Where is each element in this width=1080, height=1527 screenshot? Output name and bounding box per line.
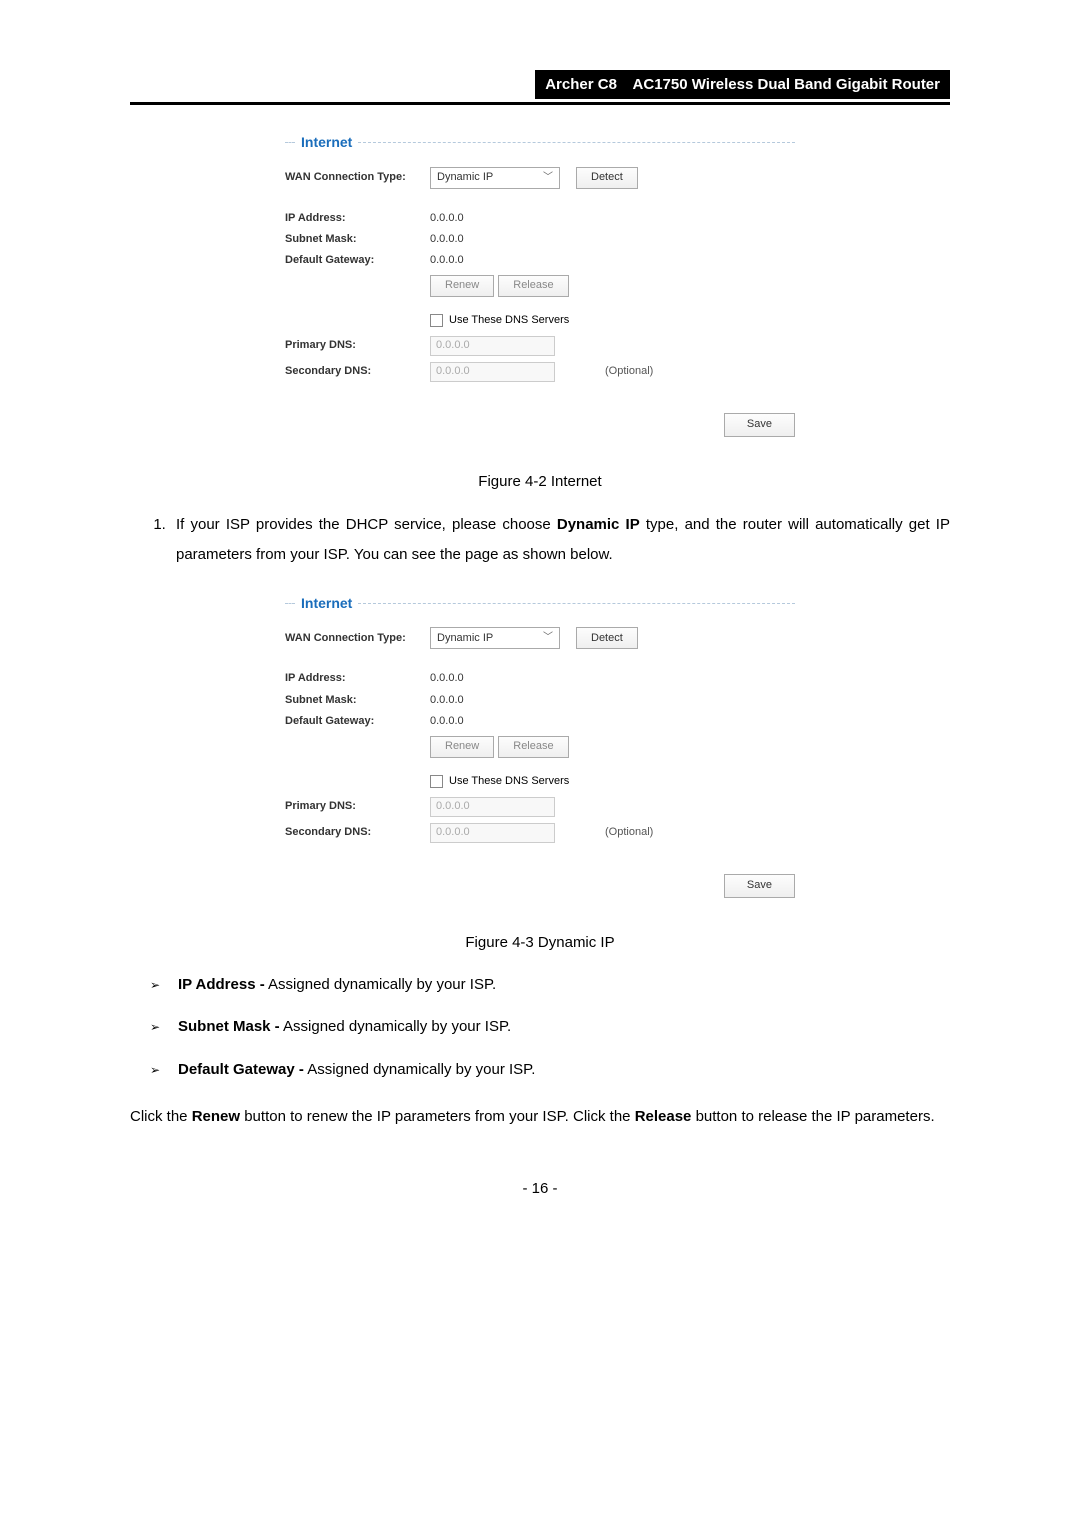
save-row: Save	[285, 412, 795, 437]
optional-text: (Optional)	[605, 364, 653, 379]
chevron-down-icon: ﹀	[543, 631, 553, 645]
paragraph-renew-release: Click the Renew button to renew the IP p…	[130, 1102, 950, 1132]
renew-release-row: Renew Release	[285, 275, 795, 297]
subnet-row: Subnet Mask: 0.0.0.0	[285, 232, 795, 247]
subnet-label: Subnet Mask:	[285, 693, 430, 708]
def-gateway: Default Gateway - Assigned dynamically b…	[150, 1056, 950, 1085]
wan-label: WAN Connection Type:	[285, 170, 430, 185]
save-row: Save	[285, 873, 795, 898]
secondary-dns-input[interactable]: 0.0.0.0	[430, 823, 555, 843]
secondary-dns-input[interactable]: 0.0.0.0	[430, 362, 555, 382]
header-box: Archer C8 AC1750 Wireless Dual Band Giga…	[535, 70, 950, 99]
gateway-row: Default Gateway: 0.0.0.0	[285, 253, 795, 268]
primary-dns-row: Primary DNS: 0.0.0.0	[285, 797, 795, 817]
page-header: Archer C8 AC1750 Wireless Dual Band Giga…	[130, 70, 950, 105]
save-button[interactable]: Save	[724, 874, 795, 898]
ip-label: IP Address:	[285, 211, 430, 226]
wan-label: WAN Connection Type:	[285, 631, 430, 646]
primary-dns-input[interactable]: 0.0.0.0	[430, 797, 555, 817]
chevron-down-icon: ﹀	[543, 171, 553, 185]
panel-title: Internet	[295, 594, 358, 614]
gateway-row: Default Gateway: 0.0.0.0	[285, 714, 795, 729]
primary-dns-row: Primary DNS: 0.0.0.0	[285, 336, 795, 356]
gateway-label: Default Gateway:	[285, 253, 430, 268]
optional-text: (Optional)	[605, 825, 653, 840]
header-model: Archer C8	[545, 76, 617, 93]
renew-button[interactable]: Renew	[430, 736, 494, 758]
wan-select-value: Dynamic IP	[437, 170, 493, 185]
ip-value: 0.0.0.0	[430, 671, 464, 686]
release-button[interactable]: Release	[498, 736, 568, 758]
secondary-dns-row: Secondary DNS: 0.0.0.0 (Optional)	[285, 823, 795, 843]
definition-list: IP Address - Assigned dynamically by you…	[150, 971, 950, 1085]
legend-dash-left	[285, 603, 295, 604]
use-dns-checkbox[interactable]	[430, 314, 443, 327]
secondary-dns-row: Secondary DNS: 0.0.0.0 (Optional)	[285, 362, 795, 382]
use-dns-checkbox[interactable]	[430, 775, 443, 788]
wan-row: WAN Connection Type: Dynamic IP ﹀ Detect	[285, 627, 795, 649]
wan-select[interactable]: Dynamic IP ﹀	[430, 167, 560, 189]
internet-panel-1: Internet WAN Connection Type: Dynamic IP…	[255, 123, 825, 459]
primary-dns-label: Primary DNS:	[285, 799, 430, 814]
def-ip: IP Address - Assigned dynamically by you…	[150, 971, 950, 1000]
legend-dash-left	[285, 142, 295, 143]
panel-title: Internet	[295, 133, 358, 153]
figure-caption-4-3: Figure 4-3 Dynamic IP	[130, 932, 950, 953]
def-subnet: Subnet Mask - Assigned dynamically by yo…	[150, 1013, 950, 1042]
page-number: - 16 -	[130, 1178, 950, 1199]
ip-row: IP Address: 0.0.0.0	[285, 211, 795, 226]
renew-release-row: Renew Release	[285, 736, 795, 758]
ip-value: 0.0.0.0	[430, 211, 464, 226]
subnet-value: 0.0.0.0	[430, 693, 464, 708]
figure-caption-4-2: Figure 4-2 Internet	[130, 471, 950, 492]
renew-button[interactable]: Renew	[430, 275, 494, 297]
save-button[interactable]: Save	[724, 413, 795, 437]
internet-panel-2: Internet WAN Connection Type: Dynamic IP…	[255, 584, 825, 920]
release-button[interactable]: Release	[498, 275, 568, 297]
subnet-value: 0.0.0.0	[430, 232, 464, 247]
ip-label: IP Address:	[285, 671, 430, 686]
panel-legend: Internet	[285, 133, 795, 153]
wan-row: WAN Connection Type: Dynamic IP ﹀ Detect	[285, 167, 795, 189]
detect-button[interactable]: Detect	[576, 627, 638, 649]
ip-row: IP Address: 0.0.0.0	[285, 671, 795, 686]
panel-legend: Internet	[285, 594, 795, 614]
use-dns-label: Use These DNS Servers	[449, 774, 569, 789]
use-dns-row: Use These DNS Servers	[430, 774, 795, 789]
subnet-row: Subnet Mask: 0.0.0.0	[285, 693, 795, 708]
subnet-label: Subnet Mask:	[285, 232, 430, 247]
ordered-list: If your ISP provides the DHCP service, p…	[140, 510, 950, 570]
use-dns-label: Use These DNS Servers	[449, 313, 569, 328]
gateway-value: 0.0.0.0	[430, 253, 464, 268]
legend-dash-right	[358, 603, 795, 604]
gateway-label: Default Gateway:	[285, 714, 430, 729]
list-item-1: If your ISP provides the DHCP service, p…	[170, 510, 950, 570]
use-dns-row: Use These DNS Servers	[430, 313, 795, 328]
legend-dash-right	[358, 142, 795, 143]
header-product: AC1750 Wireless Dual Band Gigabit Router	[633, 76, 940, 93]
wan-select-value: Dynamic IP	[437, 631, 493, 646]
primary-dns-input[interactable]: 0.0.0.0	[430, 336, 555, 356]
detect-button[interactable]: Detect	[576, 167, 638, 189]
secondary-dns-label: Secondary DNS:	[285, 364, 430, 379]
primary-dns-label: Primary DNS:	[285, 338, 430, 353]
secondary-dns-label: Secondary DNS:	[285, 825, 430, 840]
wan-select[interactable]: Dynamic IP ﹀	[430, 627, 560, 649]
gateway-value: 0.0.0.0	[430, 714, 464, 729]
